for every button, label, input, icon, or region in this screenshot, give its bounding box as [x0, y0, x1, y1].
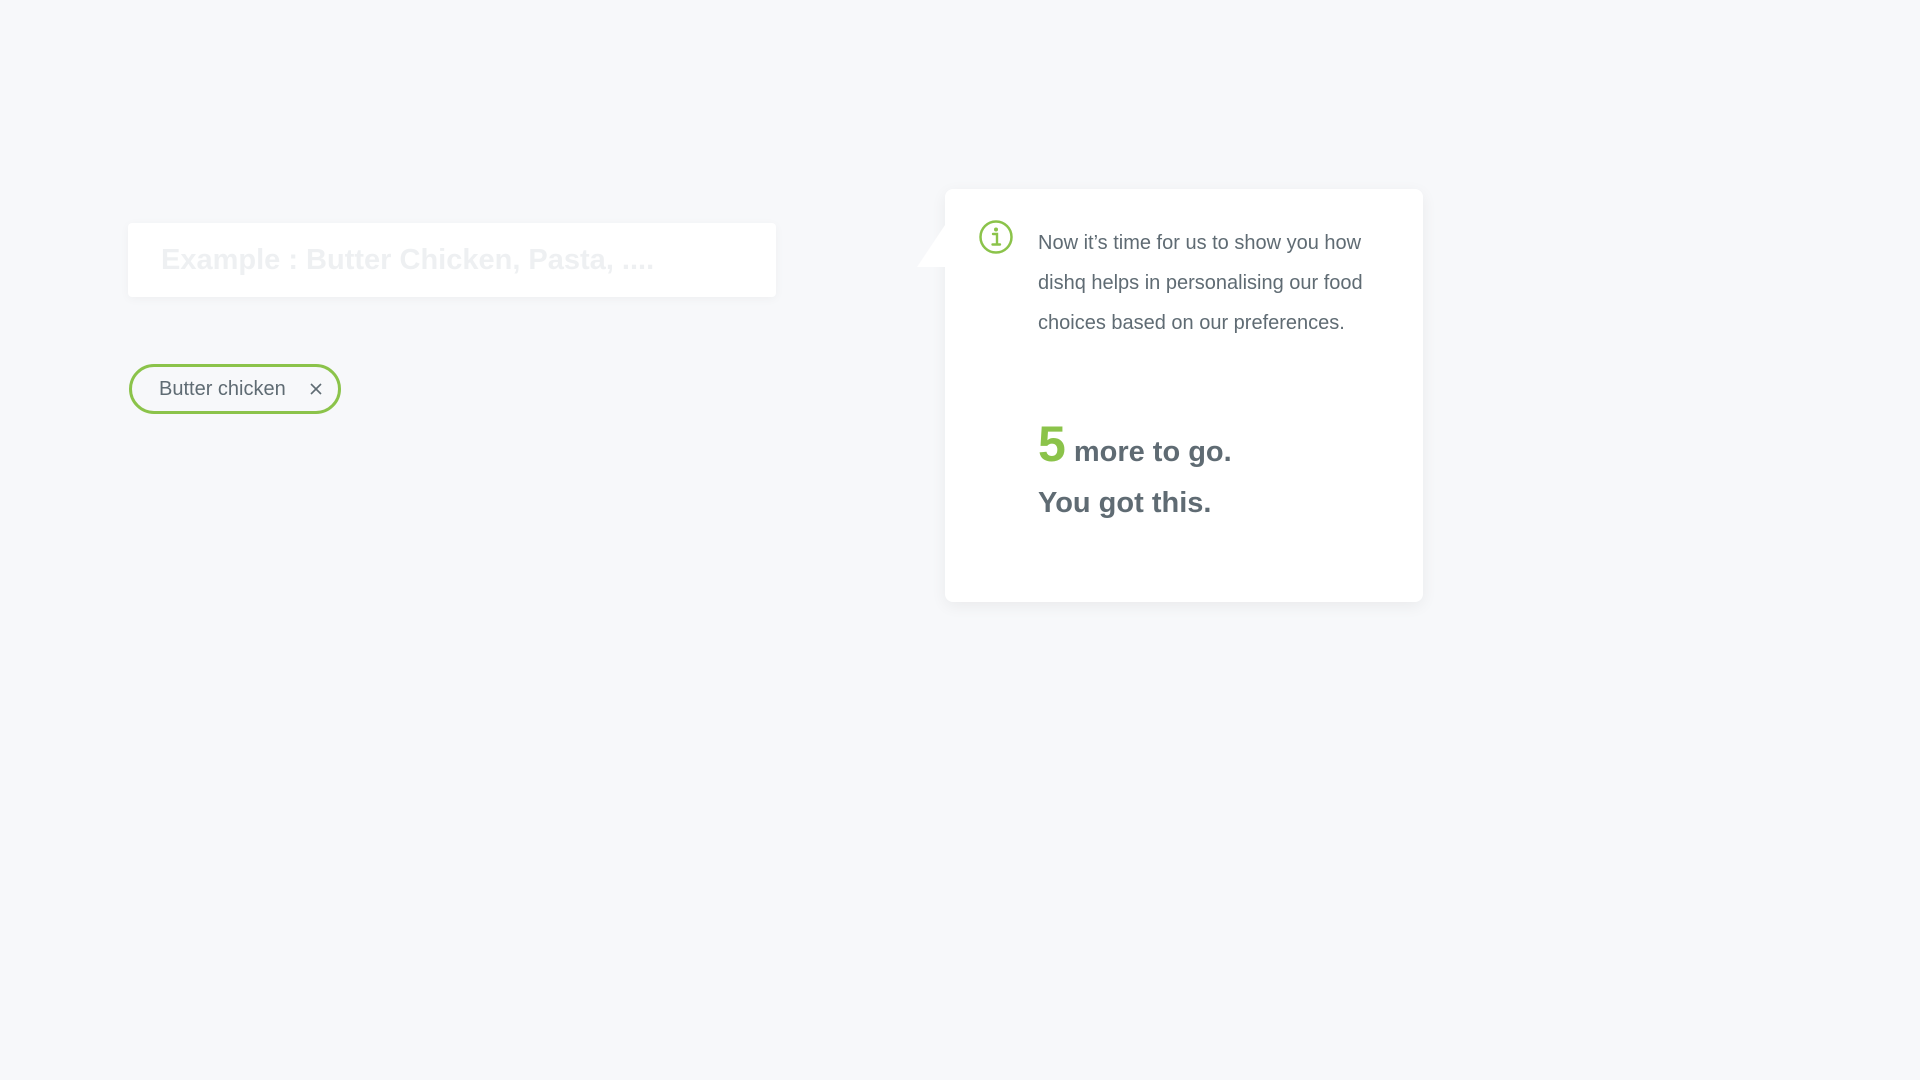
- chip-label: Butter chicken: [159, 377, 286, 400]
- selected-dish-chip: Butter chicken: [129, 364, 341, 414]
- remaining-text: more to go.: [1073, 436, 1232, 468]
- onboarding-tooltip: Now it’s time for us to show you how dis…: [917, 189, 1423, 602]
- progress-counter: 5 more to go. You got this.: [1038, 415, 1408, 520]
- close-icon[interactable]: [308, 381, 324, 397]
- search-input[interactable]: [128, 223, 776, 297]
- page: Butter chicken Now it’s time for us to s…: [0, 0, 1920, 1080]
- info-icon: [978, 219, 1014, 255]
- search-box: [128, 223, 776, 297]
- remaining-count: 5: [1038, 416, 1066, 472]
- encouragement-text: You got this.: [1038, 487, 1212, 519]
- tooltip-pointer: [917, 225, 945, 267]
- tooltip-message: Now it’s time for us to show you how dis…: [1038, 232, 1363, 334]
